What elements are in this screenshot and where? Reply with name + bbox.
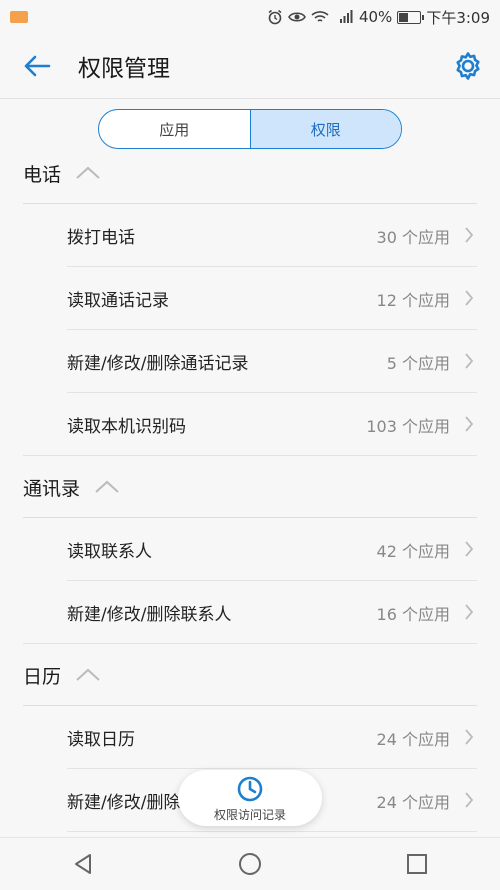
item-label: 读取本机识别码 <box>67 417 186 437</box>
system-nav-bar <box>0 837 500 890</box>
item-count: 16 个应用 <box>376 604 450 624</box>
chevron-up-icon <box>94 480 120 494</box>
chevron-up-icon <box>75 668 101 682</box>
item-count: 103 个应用 <box>366 416 450 436</box>
item-count: 5 个应用 <box>386 353 450 373</box>
chevron-right-icon <box>464 226 474 244</box>
item-count: 24 个应用 <box>376 792 450 812</box>
group-title: 通讯录 <box>23 477 81 500</box>
item-count: 42 个应用 <box>376 541 450 561</box>
item-label: 读取通话记录 <box>67 291 169 311</box>
fab-label: 权限访问记录 <box>213 807 286 822</box>
status-left <box>0 11 28 23</box>
history-clock-icon <box>237 776 263 801</box>
app-bar: 权限管理 <box>0 34 500 99</box>
chevron-right-icon <box>464 603 474 621</box>
list-item[interactable]: 读取联系人 42 个应用 <box>0 518 500 581</box>
chevron-right-icon <box>464 352 474 370</box>
group-header-contacts[interactable]: 通讯录 <box>0 456 500 518</box>
app-notification-icon <box>10 11 28 23</box>
gear-icon <box>456 52 480 80</box>
status-right: 40% 下午3:09 <box>267 7 500 28</box>
list-item[interactable]: 新建/修改/删除联系人 16 个应用 <box>0 581 500 644</box>
access-records-button[interactable]: 权限访问记录 <box>178 770 322 826</box>
nav-back-button[interactable] <box>63 844 103 884</box>
back-button[interactable] <box>16 45 58 87</box>
eye-comfort-icon <box>288 10 306 24</box>
permission-list: 电话 拨打电话 30 个应用 读取通话记录 12 个应用 新建/修改/删除通话记… <box>0 142 500 832</box>
chevron-right-icon <box>464 289 474 307</box>
chevron-up-icon <box>75 166 101 180</box>
battery-percent: 40% <box>358 8 393 26</box>
nav-home-button[interactable] <box>230 844 270 884</box>
list-item[interactable]: 新建/修改/删除通话记录 5 个应用 <box>0 330 500 393</box>
wifi-icon <box>311 10 329 24</box>
list-item[interactable]: 读取日历 24 个应用 <box>0 706 500 769</box>
item-count: 12 个应用 <box>376 290 450 310</box>
triangle-back-icon <box>75 854 92 874</box>
item-label: 新建/修改/删除联系人 <box>67 605 232 625</box>
item-count: 24 个应用 <box>376 729 450 749</box>
nav-recents-button[interactable] <box>397 844 437 884</box>
alarm-icon <box>267 9 283 25</box>
circle-home-icon <box>238 853 261 875</box>
chevron-right-icon <box>464 415 474 433</box>
group-header-calendar[interactable]: 日历 <box>0 644 500 706</box>
list-item[interactable]: 拨打电话 30 个应用 <box>0 204 500 267</box>
group-title: 电话 <box>23 163 62 186</box>
battery-icon <box>397 10 425 24</box>
list-item[interactable]: 读取本机识别码 103 个应用 <box>0 393 500 456</box>
signal-icon <box>334 10 354 24</box>
back-arrow-icon <box>24 55 51 77</box>
item-label: 拨打电话 <box>67 228 135 248</box>
item-count: 30 个应用 <box>376 227 450 247</box>
settings-button[interactable] <box>448 46 488 86</box>
chevron-right-icon <box>464 791 474 809</box>
status-bar: 40% 下午3:09 <box>0 0 500 34</box>
square-recents-icon <box>406 854 427 874</box>
item-label: 新建/修改/删除通话记录 <box>67 354 249 374</box>
chevron-right-icon <box>464 540 474 558</box>
page-title: 权限管理 <box>78 56 170 82</box>
item-label: 读取联系人 <box>67 542 152 562</box>
chevron-right-icon <box>464 728 474 746</box>
list-item[interactable]: 读取通话记录 12 个应用 <box>0 267 500 330</box>
item-label: 读取日历 <box>67 730 135 750</box>
status-time: 下午3:09 <box>426 8 490 27</box>
group-title: 日历 <box>23 665 62 688</box>
group-header-phone[interactable]: 电话 <box>0 142 500 204</box>
